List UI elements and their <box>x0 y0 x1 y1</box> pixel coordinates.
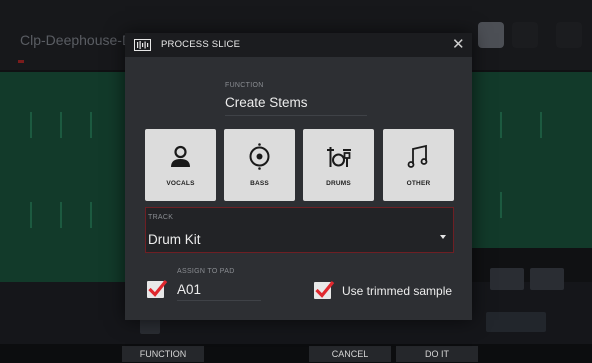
sequence-name: Clp-Deephouse-D <box>20 32 133 48</box>
person-icon <box>171 145 190 167</box>
stem-label: DRUMS <box>326 180 351 187</box>
track-dropdown[interactable]: TRACK Drum Kit <box>145 207 454 253</box>
background-button <box>490 268 524 290</box>
assign-underline <box>177 300 261 301</box>
background-toggle <box>486 312 546 332</box>
stem-label: BASS <box>250 180 269 187</box>
speaker-icon <box>249 143 270 170</box>
background-button <box>140 318 160 334</box>
stem-label: OTHER <box>406 180 431 187</box>
waveform-right <box>470 72 592 248</box>
function-button[interactable]: FUNCTION <box>122 346 204 362</box>
checkmark-icon <box>148 279 168 297</box>
track-value: Drum Kit <box>148 232 201 247</box>
use-trimmed-sample-label: Use trimmed sample <box>342 284 453 298</box>
background-indicator <box>18 60 24 63</box>
checkmark-icon <box>315 280 335 298</box>
use-trimmed-sample-checkbox[interactable] <box>314 280 335 299</box>
grid-icon <box>512 22 538 48</box>
assign-to-pad-label: ASSIGN TO PAD <box>177 268 235 275</box>
function-select[interactable]: Create Stems <box>225 95 308 110</box>
search-icon <box>478 22 504 48</box>
stem-drums-button[interactable]: DRUMS <box>303 129 374 201</box>
stem-bass-button[interactable]: BASS <box>224 129 295 201</box>
do-it-button[interactable]: DO IT <box>396 346 478 362</box>
waveform-left <box>0 72 125 282</box>
track-label: TRACK <box>148 214 174 221</box>
dialog-title: PROCESS SLICE <box>161 39 241 50</box>
function-label: FUNCTION <box>225 82 264 89</box>
stem-vocals-button[interactable]: VOCALS <box>145 129 216 201</box>
process-slice-dialog: PROCESS SLICE ✕ FUNCTION Create Stems VO… <box>125 33 472 320</box>
background-button <box>530 268 564 290</box>
dialog-header: PROCESS SLICE ✕ <box>125 33 472 57</box>
stem-label: VOCALS <box>166 180 195 187</box>
waveform-icon <box>134 39 151 51</box>
drum-kit-icon <box>327 147 351 167</box>
function-underline <box>225 115 367 116</box>
cancel-button[interactable]: CANCEL <box>309 346 391 362</box>
chevron-down-icon <box>440 235 446 239</box>
gear-icon <box>556 22 582 48</box>
stem-other-button[interactable]: OTHER <box>383 129 454 201</box>
close-icon[interactable]: ✕ <box>452 37 465 52</box>
function-bar <box>0 344 592 363</box>
assign-to-pad-value[interactable]: A01 <box>177 282 201 297</box>
music-note-icon <box>407 144 428 168</box>
assign-to-pad-checkbox[interactable] <box>147 279 168 298</box>
